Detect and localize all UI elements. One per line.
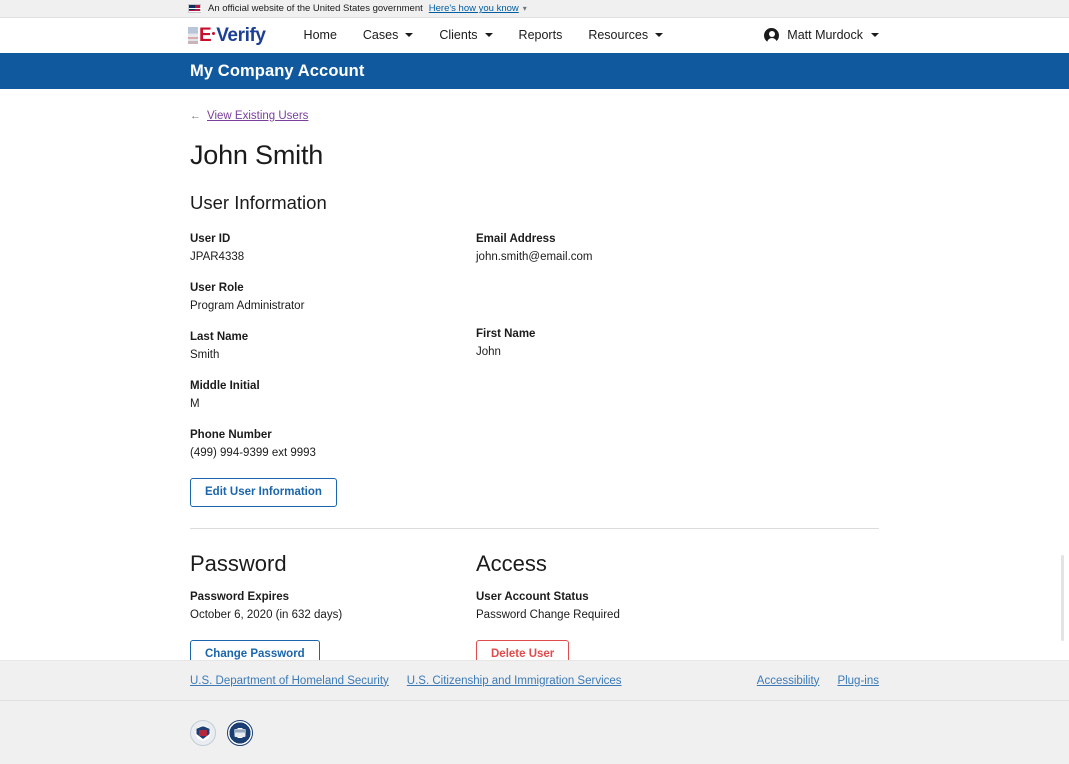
field-user-account-status: User Account Status Password Change Requ… <box>476 591 762 621</box>
main-navigation: E Verify Home Cases Clients Reports Reso… <box>0 18 1069 53</box>
field-label: Phone Number <box>190 429 272 441</box>
logo-verify-text: Verify <box>216 24 266 46</box>
logo-e-letter: E <box>199 24 212 46</box>
field-label: User Account Status <box>476 591 589 604</box>
banner-text: An official website of the United States… <box>208 3 423 14</box>
user-information-grid: User ID JPAR4338 User Role Program Admin… <box>190 233 879 508</box>
heres-how-you-know-link[interactable]: Here's how you know <box>429 3 519 14</box>
footer-link-plugins[interactable]: Plug-ins <box>837 675 879 687</box>
field-value: JPAR4338 <box>190 251 245 263</box>
dhs-seal-icon <box>190 719 216 746</box>
access-section: Access User Account Status Password Chan… <box>476 551 762 670</box>
section-divider <box>190 528 879 530</box>
field-value: Program Administrator <box>190 300 305 312</box>
field-value: Password Change Required <box>476 609 620 622</box>
breadcrumb: ← View Existing Users <box>190 89 879 122</box>
user-menu-label: Matt Murdock <box>787 28 863 42</box>
access-heading: Access <box>476 551 547 577</box>
field-middle-initial: Middle Initial M <box>190 380 476 410</box>
chevron-down-icon <box>405 33 414 37</box>
usa-official-banner: An official website of the United States… <box>0 0 1069 18</box>
nav-item-resources[interactable]: Resources <box>588 28 664 42</box>
vertical-scrollbar[interactable] <box>1061 555 1064 641</box>
page-footer: U.S. Department of Homeland Security U.S… <box>0 660 1069 764</box>
field-value: (499) 994-9399 ext 9993 <box>190 447 316 459</box>
chevron-down-icon <box>484 33 493 37</box>
field-user-id: User ID JPAR4338 <box>190 233 476 263</box>
footer-link-uscis[interactable]: U.S. Citizenship and Immigration Service… <box>407 675 622 687</box>
user-menu[interactable]: Matt Murdock <box>764 27 879 44</box>
page-banner: My Company Account <box>0 53 1069 89</box>
password-heading: Password <box>190 551 287 577</box>
nav-item-label: Clients <box>439 28 478 42</box>
arrow-left-icon: ← <box>190 109 201 122</box>
logo-dot-icon <box>212 32 216 35</box>
field-label: Password Expires <box>190 591 290 604</box>
page-title: My Company Account <box>190 61 365 80</box>
nav-item-home[interactable]: Home <box>304 28 337 42</box>
nav-item-list: Home Cases Clients Reports Resources <box>304 28 664 42</box>
user-info-left-column: User ID JPAR4338 User Role Program Admin… <box>190 233 476 508</box>
edit-user-information-button[interactable]: Edit User Information <box>190 478 337 508</box>
nav-item-label: Reports <box>518 28 563 42</box>
password-section: Password Password Expires October 6, 202… <box>190 551 476 670</box>
user-name-heading: John Smith <box>190 140 324 170</box>
us-flag-icon <box>188 4 202 13</box>
field-value: John <box>476 346 501 358</box>
uscis-seal-icon <box>227 719 253 746</box>
view-existing-users-link[interactable]: View Existing Users <box>207 110 308 122</box>
footer-seals-row <box>0 700 1069 764</box>
main-content: ← View Existing Users John Smith User In… <box>0 89 1069 670</box>
user-info-right-column: Email Address john.smith@email.com First… <box>476 233 593 507</box>
field-label: User Role <box>190 282 244 294</box>
nav-item-clients[interactable]: Clients <box>439 28 493 42</box>
nav-item-label: Home <box>303 28 337 42</box>
footer-link-accessibility[interactable]: Accessibility <box>757 675 820 687</box>
nav-item-reports[interactable]: Reports <box>519 28 563 42</box>
logo-flag-icon <box>188 26 198 44</box>
field-label: Middle Initial <box>190 380 260 392</box>
nav-item-cases[interactable]: Cases <box>362 28 414 42</box>
password-access-grid: Password Password Expires October 6, 202… <box>190 551 879 670</box>
account-circle-icon <box>764 27 780 44</box>
chevron-down-icon[interactable]: ▾ <box>523 4 527 13</box>
field-value: john.smith@email.com <box>476 251 593 263</box>
footer-right-links: Accessibility Plug-ins <box>739 675 879 687</box>
field-email-address: Email Address john.smith@email.com <box>476 233 593 263</box>
chevron-down-icon <box>655 33 664 37</box>
nav-item-label: Resources <box>588 28 649 42</box>
field-label: Email Address <box>476 233 556 245</box>
field-user-role: User Role Program Administrator <box>190 282 476 312</box>
everify-logo[interactable]: E Verify <box>188 24 266 46</box>
field-label: First Name <box>476 328 536 340</box>
footer-links-row: U.S. Department of Homeland Security U.S… <box>0 660 1069 700</box>
field-first-name: First Name John <box>476 328 593 358</box>
field-value: October 6, 2020 (in 632 days) <box>190 609 343 622</box>
field-phone-number: Phone Number (499) 994-9399 ext 9993 <box>190 429 476 459</box>
chevron-down-icon <box>871 33 879 37</box>
footer-link-dhs[interactable]: U.S. Department of Homeland Security <box>190 675 389 687</box>
user-information-heading: User Information <box>190 192 327 213</box>
nav-item-label: Cases <box>362 28 399 42</box>
field-value: M <box>190 398 200 410</box>
field-last-name: Last Name Smith <box>190 331 476 361</box>
field-value: Smith <box>190 349 220 361</box>
field-label: User ID <box>190 233 231 245</box>
field-password-expires: Password Expires October 6, 2020 (in 632… <box>190 591 476 621</box>
field-label: Last Name <box>190 331 249 343</box>
